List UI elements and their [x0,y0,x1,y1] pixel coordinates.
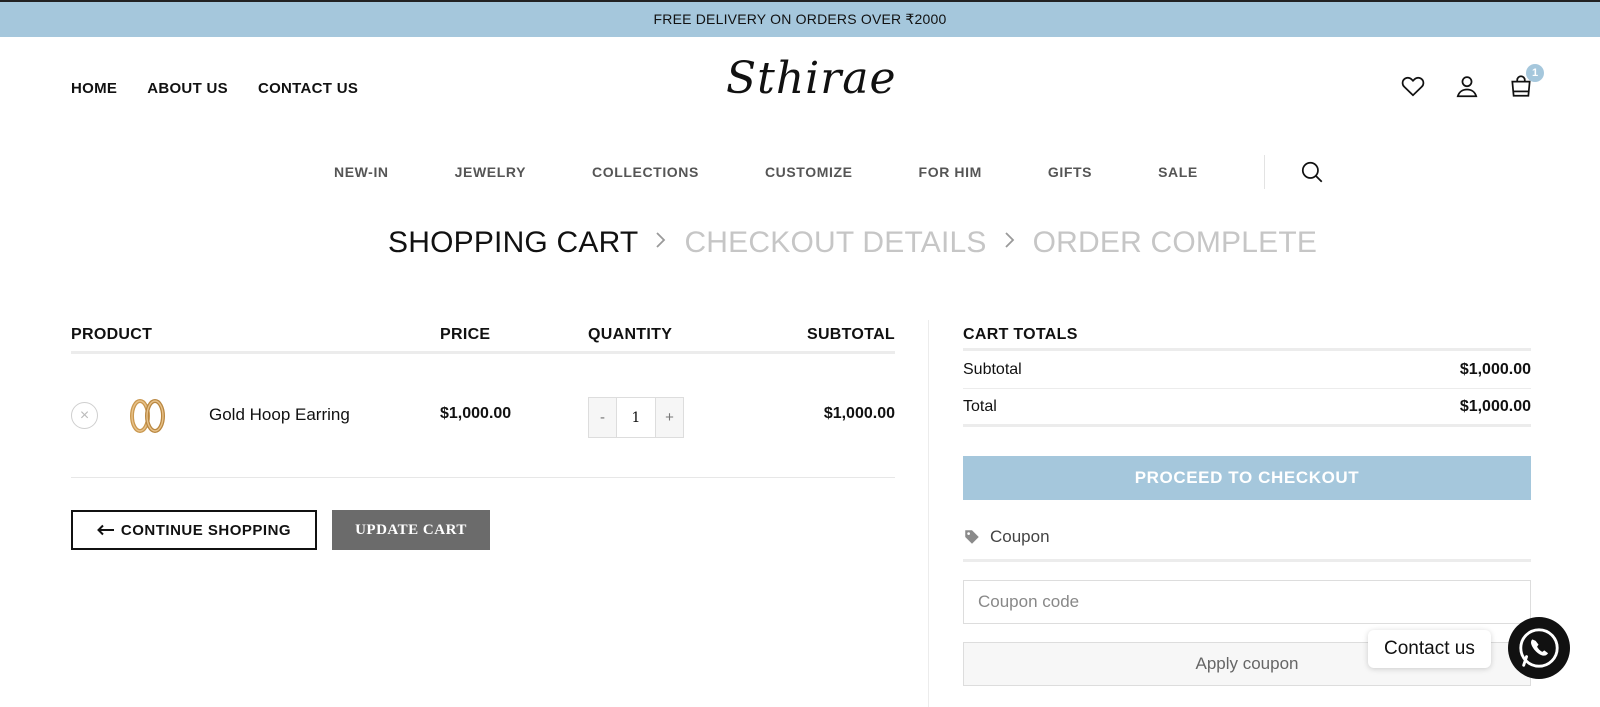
promo-banner: FREE DELIVERY ON ORDERS OVER ₹2000 [0,0,1600,37]
quantity-stepper: - 1 + [588,397,684,438]
step-checkout-details[interactable]: CHECKOUT DETAILS [684,226,986,260]
col-header-product: PRODUCT [71,326,153,343]
arrow-left-icon [96,524,115,536]
nav-home-link[interactable]: HOME [71,80,117,97]
coupon-code-input[interactable]: Coupon code [963,580,1531,624]
update-cart-button[interactable]: UPDATE CART [332,510,490,550]
item-subtotal: $1,000.00 [823,405,895,422]
qty-input[interactable]: 1 [616,398,656,437]
col-header-subtotal: SUBTOTAL [806,326,895,343]
step-shopping-cart[interactable]: SHOPPING CART [388,226,638,260]
nav-customize[interactable]: CUSTOMIZE [765,164,853,180]
col-header-quantity: QUANTITY [588,326,673,343]
totals-total-row: Total $1,000.00 [963,389,1531,427]
totals-subtotal-row: Subtotal $1,000.00 [963,351,1531,389]
total-value: $1,000.00 [1459,397,1531,415]
step-order-complete: ORDER COMPLETE [1032,226,1318,259]
nav-divider [1263,155,1265,189]
cart-count-badge: 1 [1526,64,1544,82]
main-nav: NEW-IN JEWELRY COLLECTIONS CUSTOMIZE FOR… [334,155,1325,189]
nav-about-link[interactable]: ABOUT US [147,80,228,97]
step-chevron-icon [1003,229,1017,258]
coupon-section-header: Coupon [963,521,1531,562]
tag-icon [963,528,981,546]
whatsapp-icon [1516,625,1562,671]
cart-totals-title: CART TOTALS [963,322,1531,351]
logo-wordmark: Sthirae [726,53,897,104]
column-divider [928,320,929,707]
cart-item-row: × Gold Hoop Earring $1,000.00 - 1 + $1,0… [71,354,895,478]
qty-decrease-button[interactable]: - [589,398,616,437]
subtotal-label: Subtotal [963,360,1022,378]
top-left-nav: HOME ABOUT US CONTACT US [71,80,358,97]
coupon-label: Coupon [990,527,1050,546]
promo-banner-text: FREE DELIVERY ON ORDERS OVER ₹2000 [653,11,947,27]
search-icon[interactable] [1299,159,1325,185]
header-icons: 1 [1400,64,1544,99]
site-header: HOME ABOUT US CONTACT US Sthirae 1 [0,37,1600,147]
continue-shopping-button[interactable]: CONTINUE SHOPPING [71,510,317,550]
qty-increase-button[interactable]: + [656,398,683,437]
remove-item-button[interactable]: × [71,402,98,429]
wishlist-heart-icon[interactable] [1400,73,1426,99]
proceed-to-checkout-button[interactable]: PROCEED TO CHECKOUT [963,456,1531,500]
step-chevron-icon [654,229,668,258]
nav-for-him[interactable]: FOR HIM [919,164,982,180]
cart-bag-icon[interactable]: 1 [1508,64,1544,99]
continue-shopping-label: CONTINUE SHOPPING [120,521,292,539]
whatsapp-chat-button[interactable] [1508,617,1570,679]
product-thumbnail[interactable] [123,392,171,440]
site-logo[interactable]: Sthirae [720,47,896,122]
checkout-steps: SHOPPING CART CHECKOUT DETAILS ORDER COM… [388,226,1317,260]
subtotal-value: $1,000.00 [1459,360,1531,378]
col-header-price: PRICE [440,326,491,343]
contact-us-bubble[interactable]: Contact us [1368,630,1491,668]
product-name-link[interactable]: Gold Hoop Earring [209,405,350,425]
nav-collections[interactable]: COLLECTIONS [592,164,699,180]
account-user-icon[interactable] [1454,73,1480,99]
nav-sale[interactable]: SALE [1158,164,1198,180]
nav-jewelry[interactable]: JEWELRY [455,164,526,180]
total-label: Total [963,397,997,415]
nav-gifts[interactable]: GIFTS [1048,164,1092,180]
nav-contact-link[interactable]: CONTACT US [258,80,358,97]
nav-new-in[interactable]: NEW-IN [334,164,389,180]
remove-x-icon: × [79,406,90,424]
item-price: $1,000.00 [440,405,512,422]
